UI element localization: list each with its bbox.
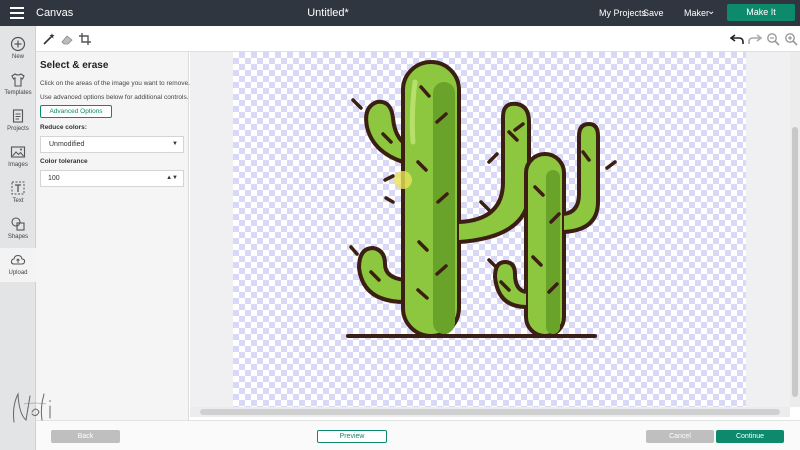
help-text-2: Use advanced options below for additiona… — [40, 94, 189, 101]
signature-watermark — [6, 386, 66, 430]
select-erase-panel: Select & erase Click on the areas of the… — [36, 52, 190, 420]
horizontal-scrollbar[interactable] — [190, 407, 790, 417]
plus-circle-icon — [10, 36, 26, 52]
nav-item-templates[interactable]: Templates — [0, 68, 36, 102]
help-text-1: Click on the areas of the image you want… — [40, 80, 190, 87]
advanced-options-button[interactable]: Advanced Options — [40, 105, 112, 118]
reduce-colors-value: Unmodified — [49, 141, 85, 148]
nav-item-text[interactable]: Text — [0, 176, 36, 210]
color-tolerance-value: 100 — [48, 175, 60, 182]
document-title[interactable]: Untitled* — [0, 7, 656, 19]
reduce-colors-select[interactable]: Unmodified ▼ — [40, 136, 184, 153]
scrollbar-thumb[interactable] — [200, 409, 780, 415]
nav-label-shapes: Shapes — [7, 234, 29, 240]
machine-selector[interactable]: Maker — [684, 8, 709, 18]
upload-cloud-icon — [10, 252, 26, 268]
crop-icon[interactable] — [78, 32, 92, 46]
my-projects-link[interactable]: My Projects — [599, 8, 646, 18]
top-bar: Canvas Untitled* My Projects Save Maker … — [0, 0, 800, 26]
zoom-out-icon[interactable] — [766, 32, 780, 46]
eraser-icon[interactable] — [60, 32, 74, 46]
shirt-icon — [10, 72, 26, 88]
edit-toolbar — [36, 26, 800, 52]
back-button[interactable]: Back — [51, 430, 120, 443]
nav-label-templates: Templates — [4, 90, 32, 96]
nav-label-projects: Projects — [7, 126, 29, 132]
make-it-button[interactable]: Make It — [727, 4, 795, 21]
nav-item-shapes[interactable]: Shapes — [0, 212, 36, 246]
undo-icon[interactable] — [729, 32, 744, 46]
uploaded-image-canvas[interactable] — [233, 52, 746, 407]
cancel-button[interactable]: Cancel — [646, 430, 714, 443]
panel-title: Select & erase — [40, 60, 109, 71]
nav-label-new: New — [11, 54, 24, 60]
nav-item-images[interactable]: Images — [0, 140, 36, 174]
color-tolerance-input[interactable]: 100 ▲▼ — [40, 170, 184, 187]
preview-button[interactable]: Preview — [317, 430, 387, 443]
nav-item-projects[interactable]: Projects — [0, 104, 36, 138]
reduce-colors-label: Reduce colors: — [40, 124, 87, 131]
text-icon — [10, 180, 26, 196]
redo-icon[interactable] — [748, 32, 763, 46]
nav-item-new[interactable]: New — [0, 32, 36, 66]
color-tolerance-label: Color tolerance — [40, 158, 88, 165]
dropdown-caret-icon: ▼ — [172, 141, 178, 147]
continue-button[interactable]: Continue — [716, 430, 784, 443]
image-icon — [10, 144, 26, 160]
zoom-in-icon[interactable] — [784, 32, 798, 46]
nav-label-images: Images — [8, 162, 28, 168]
save-link[interactable]: Save — [643, 8, 664, 18]
scrollbar-thumb[interactable] — [792, 127, 798, 397]
canvas-area — [190, 52, 790, 407]
cactus-illustration[interactable] — [233, 52, 746, 407]
document-icon — [10, 108, 26, 124]
nav-item-upload[interactable]: Upload — [0, 248, 36, 282]
nav-label-text: Text — [12, 198, 24, 204]
bottom-bar: Back Preview Cancel Continue — [36, 420, 800, 450]
chevron-down-icon[interactable]: ⌄ — [707, 6, 715, 17]
stepper-arrows-icon[interactable]: ▲▼ — [166, 171, 178, 186]
magic-wand-icon[interactable] — [42, 32, 56, 46]
shapes-icon — [10, 216, 26, 232]
nav-label-upload: Upload — [8, 270, 28, 276]
vertical-scrollbar[interactable] — [790, 52, 800, 407]
